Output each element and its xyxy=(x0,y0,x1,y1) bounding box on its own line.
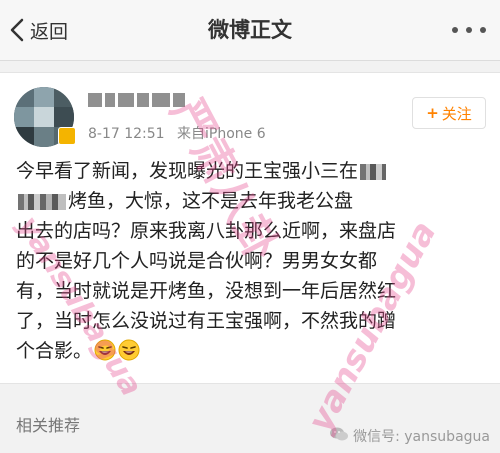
follow-label: 关注 xyxy=(441,104,472,123)
weibo-post-card: 8-17 12:51 来自iPhone 6 + 关注 今早看了新闻，发现曝光的王… xyxy=(0,72,500,384)
laughing-emoji-icon xyxy=(94,339,116,361)
censored-mosaic xyxy=(18,193,66,210)
post-text-segment: 烤鱼，大惊，这不是去年我老公盘 xyxy=(68,190,354,212)
navigation-bar: 返回 微博正文 xyxy=(0,0,500,61)
more-options-button[interactable] xyxy=(452,20,486,40)
post-source: 来自iPhone 6 xyxy=(177,126,266,142)
post-time: 8-17 12:51 xyxy=(88,126,165,142)
username-blurred[interactable] xyxy=(88,93,185,111)
post-text-segment: 个合影。 xyxy=(16,340,93,362)
post-text-segment: 今早看了新闻，发现曝光的王宝强小三在 xyxy=(16,160,359,182)
post-text-line: 个合影。 xyxy=(16,336,486,366)
more-dot-icon xyxy=(466,27,472,33)
related-title: 相关推荐 xyxy=(16,416,81,435)
post-text: 今早看了新闻，发现曝光的王宝强小三在 烤鱼，大惊，这不是去年我老公盘 出去的店吗… xyxy=(16,156,486,366)
post-text-line: 出去的店吗？原来我离八卦那么近啊，来盘店 xyxy=(16,220,397,242)
more-dot-icon xyxy=(480,27,486,33)
wechat-watermark: 微信号: yansubagua xyxy=(329,426,490,446)
related-section: 相关推荐 微信号: yansubagua xyxy=(0,398,500,453)
vip-badge-icon xyxy=(58,127,76,145)
laughing-emoji-icon xyxy=(118,339,140,361)
post-text-line: 烤鱼，大惊，这不是去年我老公盘 xyxy=(16,186,486,216)
post-text-line: 的不是好几个人吗说是合伙啊？男男女女都 xyxy=(16,250,378,272)
post-meta: 8-17 12:51 来自iPhone 6 xyxy=(88,123,266,143)
plus-icon: + xyxy=(426,104,439,122)
post-text-line: 今早看了新闻，发现曝光的王宝强小三在 xyxy=(16,156,486,186)
weibo-post-screen: 返回 微博正文 8-17 12:51 来自iPhone 6 + 关注 今早看了新… xyxy=(0,0,500,453)
post-text-line: 了，当时怎么没说过有王宝强啊，不然我的蹭 xyxy=(16,310,397,332)
wechat-icon xyxy=(329,426,353,446)
follow-button[interactable]: + 关注 xyxy=(412,97,486,129)
post-text-line: 有，当时就说是开烤鱼，没想到一年后居然红 xyxy=(16,280,397,302)
censored-mosaic xyxy=(360,163,387,180)
page-title: 微博正文 xyxy=(208,18,292,42)
more-dot-icon xyxy=(452,27,458,33)
wechat-id: 微信号: yansubagua xyxy=(353,429,490,445)
